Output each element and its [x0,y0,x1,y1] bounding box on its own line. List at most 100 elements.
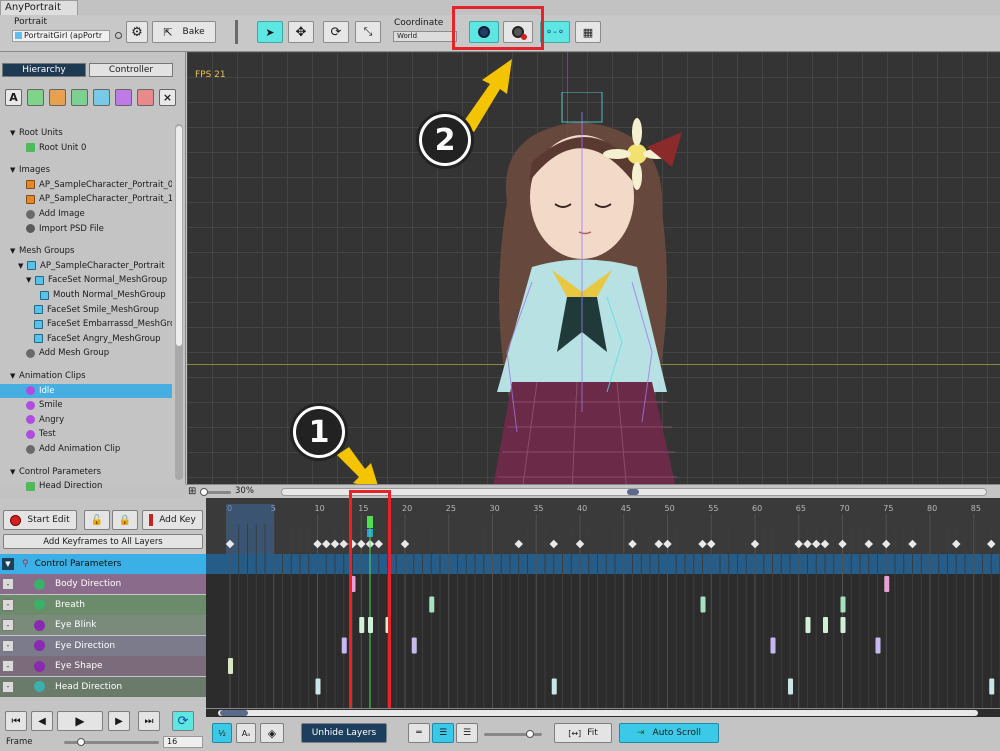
tab-controller[interactable]: Controller [89,63,173,77]
remove-layer-icon[interactable]: - [2,639,14,652]
timeline-layer-row[interactable]: - Body Direction [0,574,206,594]
coordinate-select[interactable]: World [393,31,457,42]
mesh-group-icon[interactable] [93,89,110,106]
zoom-slider-knob[interactable] [200,488,208,496]
timeline-layer-row[interactable]: - Eye Shape [0,656,206,676]
timeline-h-scroll-thumb[interactable] [220,710,248,716]
viewport-h-scroll-thumb[interactable] [627,489,639,495]
rotate-tool-button[interactable]: ⟳ [323,21,349,43]
row-height-large-button[interactable]: ☰ [456,723,478,743]
object-picker-icon[interactable] [115,32,122,39]
fit-view-icon[interactable]: ⊞ [188,486,196,497]
tree-section-header[interactable]: ▼ Control Parameters [0,465,172,479]
tree-section-header[interactable]: ▼ Images [0,163,172,177]
tree-item[interactable]: Test [0,427,172,441]
scale-tool-button[interactable]: ⤡ [355,21,381,43]
timeline-h-scrollbar[interactable] [218,710,978,716]
tree-item[interactable]: AP_SampleCharacter_Portrait_0 [0,178,172,192]
scene-viewport[interactable]: FPS 21 2 1 [187,52,1000,484]
timeline-layer-row[interactable]: - Head Direction [0,676,206,697]
settings-button[interactable]: ⚙ [126,21,148,43]
loop-button[interactable]: ⟳ [172,711,194,731]
tree-item[interactable]: Smile [0,398,172,412]
tree-item[interactable]: ▼ AP_SampleCharacter_Portrait [0,259,172,273]
row-height-medium-button[interactable]: ☰ [432,723,454,743]
collapse-icon[interactable]: ▼ [2,558,14,570]
tree-item[interactable]: Root Unit 0 [0,141,172,155]
prev-frame-button[interactable]: ◀ [31,711,53,731]
bake-button[interactable]: ⇱ Bake [152,21,216,43]
unhide-layers-button[interactable]: Unhide Layers [301,723,387,743]
frame-slider-knob[interactable] [77,738,85,746]
tree-item[interactable]: Add Mesh Group [0,346,172,360]
character-portrait[interactable] [437,92,737,484]
tree-section-header[interactable]: ▼ Root Units [0,126,172,140]
close-icon[interactable]: × [159,89,176,106]
tree-item[interactable]: FaceSet Embarrassd_MeshGroup [0,317,172,331]
scrollbar-thumb[interactable] [176,126,182,346]
auto-scroll-button[interactable]: ⇥ Auto Scroll [619,723,719,743]
portrait-field[interactable]: PortraitGirl (apPortr [12,30,110,42]
tree-section-header[interactable]: ▼ Mesh Groups [0,244,172,258]
tree-item[interactable]: FaceSet Angry_MeshGroup [0,332,172,346]
expand-icon[interactable]: ▼ [10,468,19,476]
timeline-zoom-knob[interactable] [526,730,534,738]
tree-item[interactable]: Add Animation Clip [0,442,172,456]
remove-layer-icon[interactable]: - [2,619,14,631]
add-key-button[interactable]: Add Key [142,510,203,530]
keyframe-tracks[interactable] [206,498,1000,708]
tree-item[interactable]: ▼ FaceSet Normal_MeshGroup [0,273,172,287]
timeline-layer-row[interactable]: - Breath [0,594,206,615]
text-icon[interactable]: A [5,89,22,106]
app-title-tab[interactable]: AnyPortrait [0,0,78,15]
remove-layer-icon[interactable]: - [2,578,14,590]
move-tool-button[interactable]: ✥ [288,21,314,43]
sort-alpha-button[interactable]: Aₐ [236,723,256,743]
timeline-layer-row[interactable]: - Eye Blink [0,615,206,635]
tree-item[interactable]: Angry [0,413,172,427]
start-edit-button[interactable]: Start Edit [3,510,77,530]
tree-item[interactable]: Import PSD File [0,222,172,236]
onion-skin-button[interactable] [469,21,499,43]
sort-layers-button[interactable]: ½ [212,723,232,743]
tab-hierarchy[interactable]: Hierarchy [2,63,86,77]
expand-icon[interactable]: ▼ [26,276,35,284]
tree-item[interactable]: Mouth Normal_MeshGroup [0,288,172,302]
row-height-small-button[interactable]: ═ [408,723,430,743]
tree-item[interactable]: Head Direction [0,479,172,493]
fit-button[interactable]: [↔] Fit [554,723,612,743]
frame-input[interactable]: 16 [163,736,203,748]
remove-layer-icon[interactable]: - [2,660,14,672]
play-button[interactable]: ▶ [57,711,103,731]
last-frame-button[interactable]: ⏭ [138,711,160,731]
hierarchy-scrollbar[interactable] [175,124,183,480]
animation-icon[interactable] [115,89,132,106]
lock-selected-button[interactable]: 🔒 [112,510,138,530]
remove-layer-icon[interactable]: - [2,680,14,693]
control-param-icon[interactable] [137,89,154,106]
root-unit-icon[interactable] [27,89,44,106]
tree-item[interactable]: FaceSet Smile_MeshGroup [0,303,172,317]
viewport-h-scrollbar[interactable] [281,488,987,496]
select-tool-button[interactable]: ➤ [257,21,283,43]
control-parameters-layer-header[interactable]: ▼ ⚲ Control Parameters [0,554,206,574]
timeline-layer-row[interactable]: - Eye Direction [0,635,206,656]
expand-icon[interactable]: ▼ [10,129,19,137]
bone-visibility-button[interactable]: ⚬-⚬ [540,21,570,43]
expand-icon[interactable]: ▼ [18,262,27,270]
remove-layer-icon[interactable]: - [2,598,14,611]
expand-icon[interactable]: ▼ [10,372,19,380]
lock-unselected-button[interactable]: 🔓 [84,510,110,530]
onion-skin-record-button[interactable] [503,21,533,43]
image-icon[interactable] [49,89,66,106]
tree-section-header[interactable]: ▼ Animation Clips [0,369,172,383]
mesh-icon[interactable] [71,89,88,106]
next-frame-button[interactable]: ▶ [108,711,130,731]
timeline-track-area[interactable]: 0510152025303540455055606570758085 [206,498,1000,708]
expand-icon[interactable]: ▼ [10,166,19,174]
expand-icon[interactable]: ▼ [10,247,19,255]
tree-item[interactable]: Add Image [0,207,172,221]
add-keyframes-all-layers-button[interactable]: Add Keyframes to All Layers [3,534,203,549]
tree-item[interactable]: AP_SampleCharacter_Portrait_1 [0,192,172,206]
mesh-visibility-button[interactable]: ▦ [575,21,601,43]
